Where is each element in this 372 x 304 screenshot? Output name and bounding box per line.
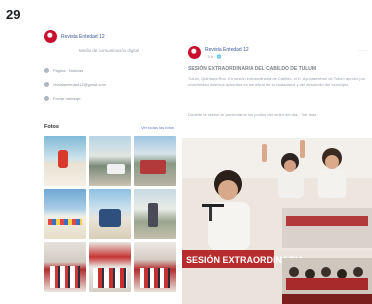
info-icon	[44, 68, 49, 73]
page-header: Revista Entedad 12	[44, 30, 105, 43]
photo-thumbnail[interactable]	[44, 189, 86, 239]
post-title: SESIÓN EXTRAORDINARIA DEL CABILDO DE TUL…	[188, 66, 317, 72]
photo-thumbnail[interactable]	[44, 136, 86, 186]
post-meta: Revista Entedad 12 · 3 h · 🌐	[205, 47, 249, 59]
post-paragraph: Durante la sesión se presentaron los pun…	[188, 112, 317, 117]
info-row-message[interactable]: Enviar mensaje	[44, 96, 81, 101]
info-row-email[interactable]: revistaentedad12@gmail.com	[44, 82, 106, 87]
photo-grid	[44, 136, 176, 292]
see-all-photos-link[interactable]: Ver todas las fotos	[141, 125, 174, 130]
page-number: 29	[6, 7, 21, 22]
photos-section-title: Fotos	[44, 124, 59, 130]
info-row-label[interactable]: revistaentedad12@gmail.com	[53, 82, 106, 87]
photo-thumbnail[interactable]	[134, 242, 176, 292]
info-row-label[interactable]: Enviar mensaje	[53, 96, 81, 101]
photo-thumbnail[interactable]	[89, 136, 131, 186]
post-photo[interactable]: SESIÓN EXTRAORDINARIA	[182, 138, 372, 304]
info-row-label: Página · Noticias	[53, 68, 84, 73]
post-card: Revista Entedad 12 · 3 h · 🌐 ··· SESIÓN …	[182, 38, 372, 304]
post-paragraph: Tulum, Quintana Roo. En sesión extraordi…	[188, 76, 366, 87]
page-profile-card: Revista Entedad 12 Medio de comunicación…	[36, 24, 178, 302]
photo-thumbnail[interactable]	[44, 242, 86, 292]
messenger-icon	[44, 96, 49, 101]
page-subline: Medio de comunicación digital	[78, 48, 140, 53]
post-author-name[interactable]: Revista Entedad 12	[205, 47, 249, 53]
post-timestamp[interactable]: · 3 h · 🌐	[205, 54, 249, 59]
page-avatar[interactable]	[44, 30, 57, 43]
post-author-avatar[interactable]	[188, 46, 201, 59]
photo-thumbnail[interactable]	[89, 242, 131, 292]
photo-thumbnail[interactable]	[134, 189, 176, 239]
photo-thumbnail[interactable]	[89, 189, 131, 239]
post-photo-image: SESIÓN EXTRAORDINARIA	[182, 138, 372, 304]
page-name-link[interactable]: Revista Entedad 12	[61, 34, 105, 40]
mail-icon	[44, 82, 49, 87]
photo-thumbnail[interactable]	[134, 136, 176, 186]
more-options-icon[interactable]: ···	[359, 48, 368, 54]
post-header: Revista Entedad 12 · 3 h · 🌐	[188, 46, 249, 59]
info-row-category: Página · Noticias	[44, 68, 83, 73]
